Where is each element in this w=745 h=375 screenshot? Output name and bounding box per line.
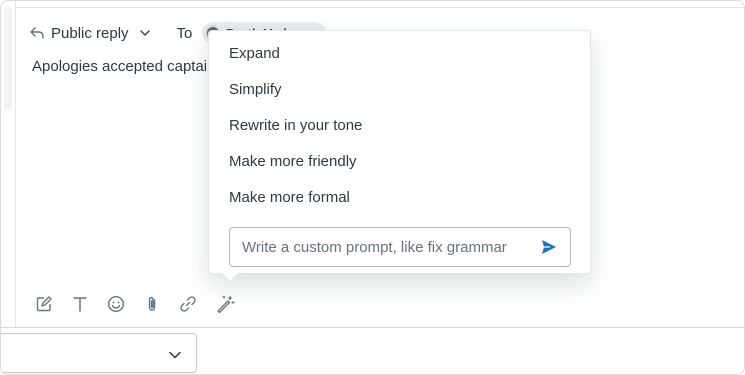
magic-wand-icon[interactable]	[213, 292, 249, 316]
divider	[1, 327, 744, 328]
menu-item-more-friendly[interactable]: Make more friendly	[229, 153, 357, 170]
divider	[15, 1, 16, 327]
send-icon[interactable]	[540, 238, 558, 256]
composer-toolbar	[33, 292, 249, 316]
text-format-icon[interactable]	[69, 292, 105, 316]
message-body[interactable]: Apologies accepted captain	[32, 58, 215, 75]
chevron-down-icon	[139, 29, 151, 37]
ai-rewrite-menu: Expand Simplify Rewrite in your tone Mak…	[208, 30, 591, 283]
menu-item-rewrite-tone[interactable]: Rewrite in your tone	[229, 117, 362, 134]
menu-item-expand[interactable]: Expand	[229, 45, 280, 62]
attachment-icon[interactable]	[141, 292, 177, 316]
menu-item-more-formal[interactable]: Make more formal	[229, 189, 350, 206]
status-select[interactable]	[1, 333, 197, 373]
divider	[15, 7, 744, 8]
custom-prompt-input[interactable]	[242, 228, 532, 266]
link-icon[interactable]	[177, 292, 213, 316]
scrollbar[interactable]	[4, 7, 12, 111]
to-label: To	[176, 24, 193, 42]
emoji-icon[interactable]	[105, 292, 141, 316]
menu-item-simplify[interactable]: Simplify	[229, 81, 282, 98]
custom-prompt-field	[229, 227, 571, 267]
compose-icon[interactable]	[33, 292, 69, 316]
chevron-down-icon	[168, 347, 182, 365]
reply-arrow-icon	[29, 26, 45, 40]
reply-type-label: Public reply	[51, 24, 129, 42]
reply-header: Public reply To	[29, 21, 192, 45]
reply-type-dropdown[interactable]: Public reply	[29, 25, 151, 42]
